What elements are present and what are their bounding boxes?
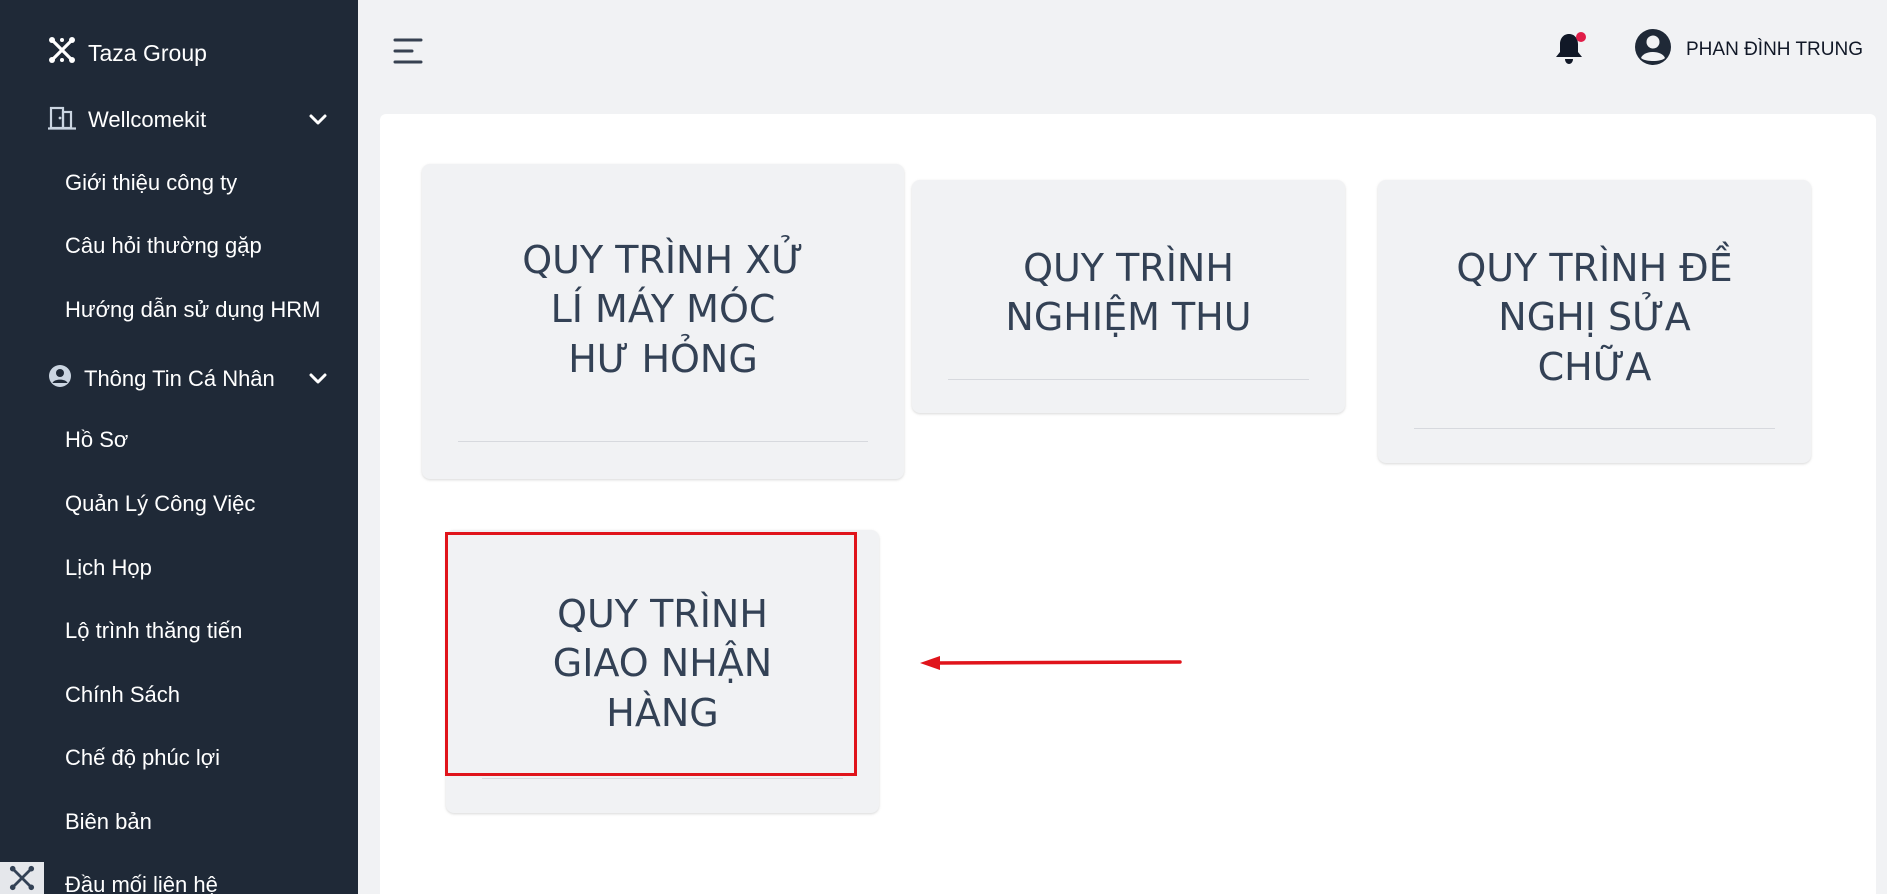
card-title: QUY TRÌNH XỬ LÍ MÁY MÓC HƯ HỎNG xyxy=(522,236,804,384)
card-divider xyxy=(948,379,1309,380)
chevron-down-icon[interactable] xyxy=(308,366,328,392)
sidebar-item-ho-so[interactable]: Hồ Sơ xyxy=(65,427,128,453)
bell-icon xyxy=(1556,32,1586,64)
card-title-line: QUY TRÌNH xyxy=(557,592,768,636)
card-title-line: GIAO NHẬN xyxy=(552,641,773,686)
notification-button[interactable] xyxy=(1554,30,1588,66)
notification-dot xyxy=(1576,32,1586,42)
sidebar-item-che-do-phuc-loi[interactable]: Chế độ phúc lợi xyxy=(65,745,220,771)
user-circle-icon xyxy=(48,364,72,394)
sidebar-group-thong-tin-ca-nhan[interactable]: Thông Tin Cá Nhân xyxy=(48,364,328,394)
annotation-arrow-icon xyxy=(916,650,1182,676)
sidebar-item-bien-ban[interactable]: Biên bản xyxy=(65,809,152,835)
card-title-line: NGHỊ SỬA xyxy=(1498,295,1691,340)
sidebar-item-lo-trinh[interactable]: Lộ trình thăng tiến xyxy=(65,618,242,644)
sidebar-item-dau-moi-lien-he[interactable]: Đầu mối liên hệ xyxy=(65,872,218,894)
card-divider xyxy=(458,441,868,442)
hamburger-menu-icon[interactable] xyxy=(392,36,424,66)
brand[interactable]: Taza Group xyxy=(48,36,207,70)
card-title-line: QUY TRÌNH XỬ xyxy=(522,238,804,282)
taza-logo-icon xyxy=(48,36,76,70)
card-title-line: LÍ MÁY MÓC xyxy=(550,287,776,332)
user-menu[interactable]: PHAN ĐÌNH TRUNG xyxy=(1634,28,1863,72)
card-title-line: QUY TRÌNH xyxy=(1023,246,1234,290)
sidebar-item-quan-ly-cong-viec[interactable]: Quản Lý Công Việc xyxy=(65,491,255,517)
sidebar-item-huong-dan-hrm[interactable]: Hướng dẫn sử dụng HRM xyxy=(65,297,320,323)
sidebar-group-label: Wellcomekit xyxy=(88,107,207,132)
brand-name: Taza Group xyxy=(88,39,207,66)
sidebar-item-cau-hoi[interactable]: Câu hỏi thường gặp xyxy=(65,233,262,259)
card-divider xyxy=(482,778,843,779)
card-title: QUY TRÌNH ĐỀ NGHỊ SỬA CHỮA xyxy=(1456,244,1732,392)
sidebar-group-wellcomekit[interactable]: Wellcomekit xyxy=(48,104,328,136)
card-divider xyxy=(1414,428,1775,429)
chevron-down-icon[interactable] xyxy=(308,107,328,133)
user-name: PHAN ĐÌNH TRUNG xyxy=(1686,39,1863,60)
sidebar-group-label: Thông Tin Cá Nhân xyxy=(84,366,275,391)
card-title: QUY TRÌNH NGHIỆM THU xyxy=(1005,244,1251,343)
process-card-may-moc-hu-hong[interactable]: QUY TRÌNH XỬ LÍ MÁY MÓC HƯ HỎNG xyxy=(422,164,904,479)
app-logo-icon xyxy=(0,862,44,894)
card-title-line: CHỮA xyxy=(1537,344,1652,389)
process-card-giao-nhan-hang[interactable]: QUY TRÌNH GIAO NHẬN HÀNG xyxy=(446,530,879,813)
building-door-icon xyxy=(48,104,76,136)
sidebar-item-lich-hop[interactable]: Lịch Họp xyxy=(65,555,152,581)
process-card-nghiem-thu[interactable]: QUY TRÌNH NGHIỆM THU xyxy=(912,180,1345,413)
sidebar-item-chinh-sach[interactable]: Chính Sách xyxy=(65,682,180,708)
sidebar-item-gioi-thieu[interactable]: Giới thiệu công ty xyxy=(65,170,237,196)
avatar-icon xyxy=(1634,28,1672,72)
process-card-de-nghi-sua-chua[interactable]: QUY TRÌNH ĐỀ NGHỊ SỬA CHỮA xyxy=(1378,180,1811,463)
card-title: QUY TRÌNH GIAO NHẬN HÀNG xyxy=(553,590,772,738)
card-title-line: HÀNG xyxy=(606,690,719,735)
card-title-line: NGHIỆM THU xyxy=(1005,295,1252,340)
card-title-line: HƯ HỎNG xyxy=(568,336,758,381)
sidebar: Taza Group Wellcomekit Giới thiệu công t… xyxy=(0,0,358,894)
card-title-line: QUY TRÌNH ĐỀ xyxy=(1456,246,1733,290)
